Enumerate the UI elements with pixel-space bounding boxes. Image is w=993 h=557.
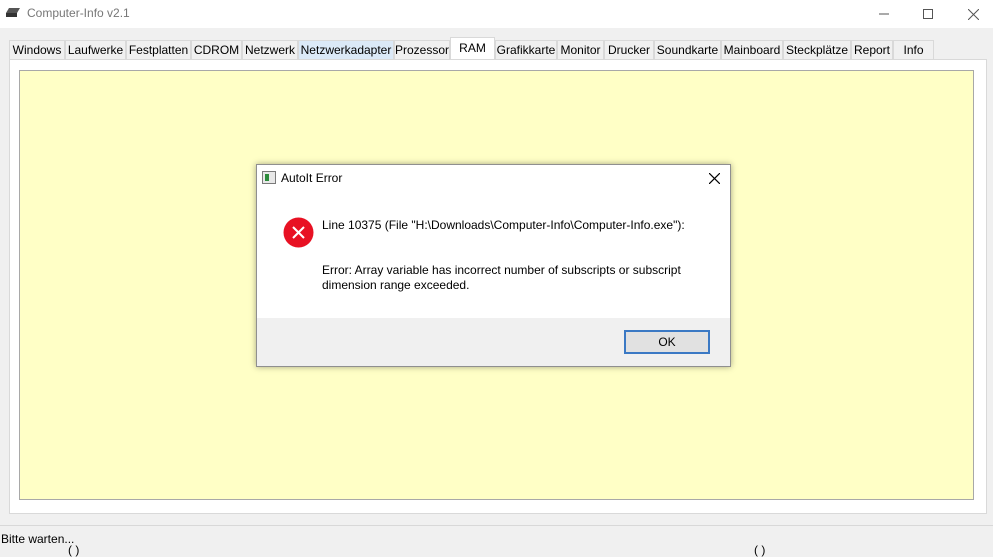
status-text: Bitte warten...: [1, 532, 75, 546]
tab-grafikkarte[interactable]: Grafikkarte: [495, 40, 557, 59]
status-artifact-right: ( ): [754, 543, 766, 557]
tab-bar: Windows Laufwerke Festplatten CDROM Netz…: [9, 37, 989, 60]
status-bar: Bitte warten... ( ) ( ): [0, 525, 993, 557]
dialog-button-area: OK: [257, 318, 730, 366]
window-titlebar: Computer-Info v2.1: [0, 0, 993, 28]
error-location-text: Line 10375 (File "H:\Downloads\Computer-…: [322, 218, 685, 232]
tab-laufwerke[interactable]: Laufwerke: [65, 40, 126, 59]
maximize-icon: [923, 9, 933, 19]
minimize-button[interactable]: [861, 0, 907, 28]
window-close-button[interactable]: [950, 0, 993, 28]
tab-soundkarte[interactable]: Soundkarte: [654, 40, 721, 59]
close-icon: [967, 8, 979, 20]
error-message-text: Error: Array variable has incorrect numb…: [322, 263, 681, 292]
tab-mainboard[interactable]: Mainboard: [721, 40, 783, 59]
maximize-button[interactable]: [905, 0, 951, 28]
dialog-close-button[interactable]: [702, 168, 726, 188]
dialog-titlebar: AutoIt Error: [257, 165, 730, 191]
disk-drive-icon: [6, 8, 20, 17]
window-title: Computer-Info v2.1: [27, 6, 130, 20]
ok-button[interactable]: OK: [624, 330, 710, 354]
tab-report[interactable]: Report: [851, 40, 893, 59]
status-artifact-left: ( ): [68, 543, 80, 557]
tab-info[interactable]: Info: [893, 40, 934, 59]
tab-windows[interactable]: Windows: [9, 40, 65, 59]
minimize-icon: [879, 13, 889, 15]
tab-monitor[interactable]: Monitor: [557, 40, 604, 59]
tab-cdrom[interactable]: CDROM: [191, 40, 242, 59]
tab-festplatten[interactable]: Festplatten: [126, 40, 191, 59]
tab-steckplaetze[interactable]: Steckplätze: [783, 40, 851, 59]
dialog-title: AutoIt Error: [281, 171, 343, 185]
autoit-app-icon: [262, 171, 276, 184]
autoit-error-dialog: AutoIt Error Line 10375 (File "H:\Downlo…: [256, 164, 731, 367]
error-icon: [283, 217, 314, 248]
tab-netzwerkadapter[interactable]: Netzwerkadapter: [298, 40, 394, 59]
tab-prozessor[interactable]: Prozessor: [394, 40, 450, 59]
tab-netzwerk[interactable]: Netzwerk: [242, 40, 298, 59]
tab-drucker[interactable]: Drucker: [604, 40, 654, 59]
close-icon: [708, 172, 720, 184]
tab-ram[interactable]: RAM: [450, 37, 495, 59]
